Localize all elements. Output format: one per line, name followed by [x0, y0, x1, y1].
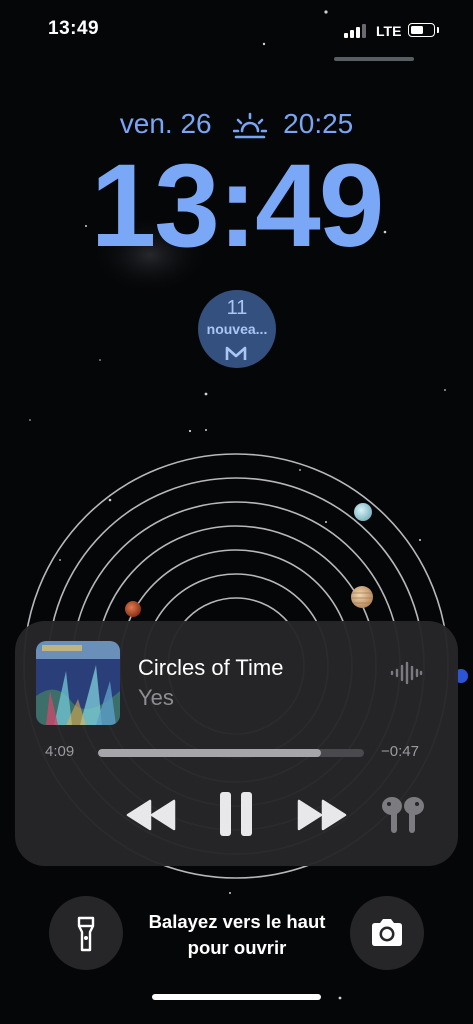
- battery-tip: [437, 27, 439, 33]
- camera-button[interactable]: [350, 896, 424, 970]
- sunset-icon: [233, 112, 268, 138]
- swipe-hint: Balayez vers le haut pour ouvrir: [122, 909, 352, 961]
- widget-label: nouvea...: [206, 321, 268, 337]
- battery-level: [411, 26, 423, 34]
- waveform-icon: [390, 661, 423, 685]
- lock-date: ven. 26: [119, 108, 212, 139]
- swipe-hint-line-2: pour ouvrir: [187, 937, 287, 958]
- progress-scrubber[interactable]: [98, 749, 364, 757]
- elapsed-time: 4:09: [45, 743, 75, 760]
- swipe-hint-line-1: Balayez vers le haut: [148, 911, 326, 932]
- sunset-time: 20:25: [283, 108, 354, 139]
- widget-count: 11: [226, 297, 248, 319]
- flashlight-icon: [77, 916, 95, 952]
- pause-icon[interactable]: [216, 791, 256, 837]
- now-playing-widget[interactable]: Circles of Time Yes 4:09 −0:47: [15, 621, 458, 866]
- status-time: 13:49: [48, 18, 100, 39]
- lock-clock[interactable]: 13:49: [0, 138, 473, 274]
- song-artist: Yes: [138, 685, 174, 710]
- album-art[interactable]: [36, 641, 120, 725]
- airpods-icon[interactable]: [377, 795, 429, 835]
- remaining-time: −0:47: [381, 743, 419, 760]
- home-indicator[interactable]: [152, 994, 321, 1000]
- date-row: ven. 26 20:25: [0, 108, 473, 141]
- control-center-indicator[interactable]: [334, 57, 414, 61]
- fast-forward-icon[interactable]: [297, 799, 347, 831]
- song-title: Circles of Time: [138, 655, 284, 680]
- cellular-signal-icon: [344, 24, 366, 38]
- battery-icon: [408, 23, 435, 37]
- mail-widget[interactable]: 11 nouvea...: [198, 290, 276, 368]
- rewind-icon[interactable]: [126, 799, 176, 831]
- flashlight-button[interactable]: [49, 896, 123, 970]
- camera-icon: [372, 919, 402, 946]
- mail-icon: [225, 346, 247, 360]
- network-type: LTE: [376, 23, 402, 39]
- progress-fill: [98, 749, 322, 757]
